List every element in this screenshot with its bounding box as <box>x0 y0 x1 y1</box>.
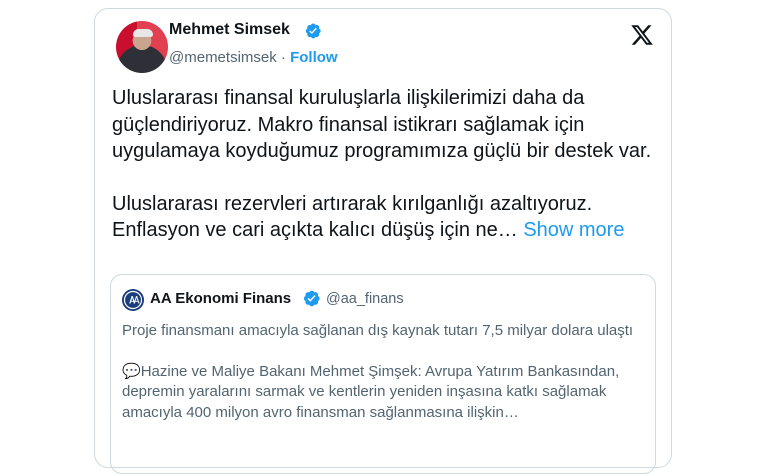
x-logo-icon[interactable] <box>630 23 654 47</box>
verified-badge-icon <box>303 290 320 307</box>
verified-badge-icon <box>305 23 321 39</box>
quoted-paragraph-2-text: Hazine ve Maliye Bakanı Mehmet Şimşek: A… <box>122 362 620 421</box>
quoted-author-handle[interactable]: @aa_finans <box>326 291 404 307</box>
tweet-paragraph-2: Uluslararası rezervleri artırarak kırılg… <box>112 191 657 244</box>
tweet-body: Uluslararası finansal kuruluşlarla ilişk… <box>112 85 657 244</box>
tweet-card[interactable]: Mehmet Simsek @memetsimsek · Follow Ulus… <box>94 8 672 474</box>
tweet-paragraph-1: Uluslararası finansal kuruluşlarla ilişk… <box>112 87 652 162</box>
quoted-author-name[interactable]: AA Ekonomi Finans <box>150 290 291 307</box>
author-handle-row: @memetsimsek · Follow <box>169 49 338 66</box>
quoted-tweet[interactable]: AA Ekonomi Finans @aa_finans Proje finan… <box>110 274 656 474</box>
aa-logo-icon[interactable] <box>122 289 144 311</box>
author-name[interactable]: Mehmet Simsek <box>169 21 290 39</box>
follow-button[interactable]: Follow <box>290 49 338 66</box>
quoted-body: Proje finansmanı amacıyla sağlanan dış k… <box>122 321 642 423</box>
author-avatar[interactable] <box>116 21 168 73</box>
author-handle[interactable]: @memetsimsek <box>169 49 277 66</box>
quoted-paragraph-1: Proje finansmanı amacıyla sağlanan dış k… <box>122 322 634 339</box>
quoted-paragraph-2: 💬Hazine ve Maliye Bakanı Mehmet Şimşek: … <box>122 362 642 424</box>
separator-dot: · <box>280 49 286 66</box>
tweet-paragraph-2-text: Uluslararası rezervleri artırarak kırılg… <box>112 192 593 242</box>
show-more-link[interactable]: Show more <box>523 219 624 241</box>
speech-bubble-icon: 💬 <box>122 362 141 380</box>
